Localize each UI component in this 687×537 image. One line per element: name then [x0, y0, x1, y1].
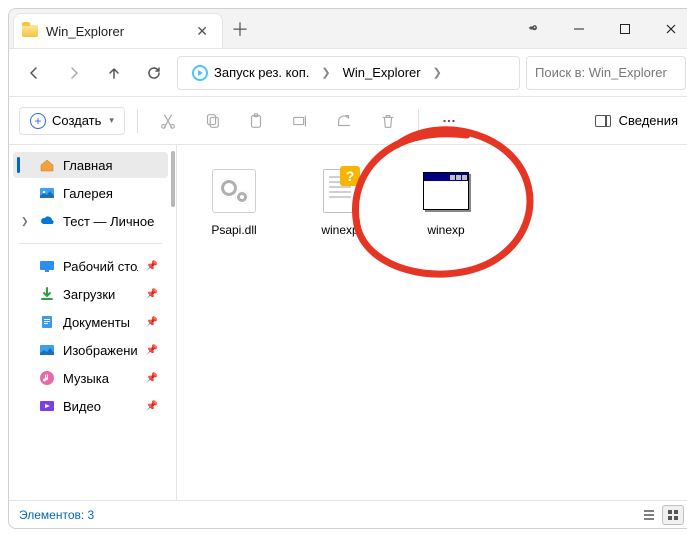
share-button[interactable] [326, 105, 362, 137]
create-new-button[interactable]: + Создать ▾ [19, 107, 125, 135]
pin-icon: 📌 [146, 373, 158, 384]
breadcrumb-root-label: Запуск рез. коп. [214, 65, 309, 80]
expand-icon[interactable]: ❯ [21, 216, 29, 227]
breadcrumb-root[interactable]: Запуск рез. коп. [184, 61, 317, 85]
divider [137, 109, 138, 133]
navigation-toolbar: Запуск рез. коп. ❯ Win_Explorer ❯ Поиск … [9, 49, 687, 97]
cloud-icon [39, 213, 55, 229]
sidebar-item-label: Тест — Личное [63, 214, 154, 229]
music-icon [39, 370, 55, 386]
view-icons-button[interactable] [662, 505, 684, 525]
divider [418, 109, 419, 133]
panel-icon [595, 115, 611, 127]
forward-button[interactable] [57, 56, 91, 90]
close-tab-button[interactable]: ✕ [192, 21, 212, 42]
search-placeholder: Поиск в: Win_Explorer [535, 65, 667, 80]
delete-button[interactable] [370, 105, 406, 137]
sidebar-item-documents[interactable]: Документы 📌 [13, 309, 168, 335]
sidebar-item-label: Загрузки [63, 287, 115, 302]
gallery-icon [39, 185, 55, 201]
sidebar-item-videos[interactable]: Видео 📌 [13, 393, 168, 419]
pin-icon: 📌 [146, 317, 158, 328]
sidebar-item-label: Музыка [63, 371, 109, 386]
item-count: Элементов: 3 [19, 508, 94, 522]
breadcrumb-bar[interactable]: Запуск рез. коп. ❯ Win_Explorer ❯ [177, 56, 520, 90]
chevron-right-icon[interactable]: ❯ [319, 66, 332, 79]
browser-tab[interactable]: Win_Explorer ✕ [13, 13, 223, 48]
plus-circle-icon: + [30, 113, 46, 129]
create-label: Создать [52, 113, 101, 128]
home-icon [39, 157, 55, 173]
explorer-window: Win_Explorer ✕ ＋ За [8, 8, 687, 529]
search-input[interactable]: Поиск в: Win_Explorer [526, 56, 686, 90]
sidebar-item-home[interactable]: Главная [13, 152, 168, 178]
pictures-icon [39, 342, 55, 358]
unknown-file-icon: ? [308, 165, 372, 217]
scrollbar-thumb[interactable] [171, 151, 175, 207]
rename-button[interactable] [282, 105, 318, 137]
file-label: winexp [321, 223, 358, 237]
pin-icon: 📌 [146, 401, 158, 412]
location-icon [192, 65, 208, 81]
dll-icon [202, 165, 266, 217]
pin-icon: 📌 [146, 289, 158, 300]
file-label: Psapi.dll [211, 223, 256, 237]
separator [19, 243, 162, 244]
document-icon [39, 314, 55, 330]
file-list-area[interactable]: Psapi.dll ? winexp winexp [177, 145, 687, 500]
back-button[interactable] [17, 56, 51, 90]
sidebar-scrollbar[interactable] [168, 151, 176, 494]
navigation-sidebar: Главная Галерея ❯ Тест — Личное Рабочий … [9, 145, 177, 500]
command-bar: + Создать ▾ Сведения [9, 97, 687, 145]
tab-title: Win_Explorer [46, 24, 184, 39]
sidebar-item-label: Изображения [63, 343, 138, 358]
file-label: winexp [427, 223, 464, 237]
sidebar-item-label: Главная [63, 158, 112, 173]
sidebar-item-label: Галерея [63, 186, 113, 201]
body: Главная Галерея ❯ Тест — Личное Рабочий … [9, 145, 687, 500]
new-tab-button[interactable]: ＋ [223, 9, 257, 48]
file-item[interactable]: winexp [403, 159, 489, 243]
view-details-button[interactable] [638, 505, 660, 525]
sidebar-item-desktop[interactable]: Рабочий стол 📌 [13, 253, 168, 279]
folder-icon [22, 25, 38, 37]
tool-icon[interactable] [510, 9, 556, 48]
sidebar-item-pictures[interactable]: Изображения 📌 [13, 337, 168, 363]
pin-icon: 📌 [146, 261, 158, 272]
status-bar: Элементов: 3 [9, 500, 687, 528]
sidebar-item-music[interactable]: Музыка 📌 [13, 365, 168, 391]
details-label: Сведения [619, 113, 678, 128]
chevron-right-icon[interactable]: ❯ [431, 66, 444, 79]
minimize-button[interactable] [556, 9, 602, 48]
sidebar-item-gallery[interactable]: Галерея [13, 180, 168, 206]
copy-button[interactable] [194, 105, 230, 137]
details-pane-button[interactable]: Сведения [589, 109, 684, 132]
titlebar: Win_Explorer ✕ ＋ [9, 9, 687, 49]
desktop-icon [39, 258, 55, 274]
video-icon [39, 398, 55, 414]
paste-button[interactable] [238, 105, 274, 137]
download-icon [39, 286, 55, 302]
maximize-button[interactable] [602, 9, 648, 48]
application-icon [414, 165, 478, 217]
sidebar-item-label: Видео [63, 399, 101, 414]
sidebar-item-onedrive[interactable]: ❯ Тест — Личное [13, 208, 168, 234]
sidebar-item-label: Документы [63, 315, 130, 330]
sidebar-item-downloads[interactable]: Загрузки 📌 [13, 281, 168, 307]
file-item[interactable]: Psapi.dll [191, 159, 277, 243]
up-button[interactable] [97, 56, 131, 90]
breadcrumb-current-label: Win_Explorer [343, 65, 421, 80]
refresh-button[interactable] [137, 56, 171, 90]
breadcrumb-current[interactable]: Win_Explorer [335, 61, 429, 84]
cut-button[interactable] [150, 105, 186, 137]
pin-icon: 📌 [146, 345, 158, 356]
sidebar-item-label: Рабочий стол [63, 259, 138, 274]
file-item[interactable]: ? winexp [297, 159, 383, 243]
more-button[interactable] [431, 105, 467, 137]
close-window-button[interactable] [648, 9, 687, 48]
chevron-down-icon: ▾ [109, 115, 114, 126]
